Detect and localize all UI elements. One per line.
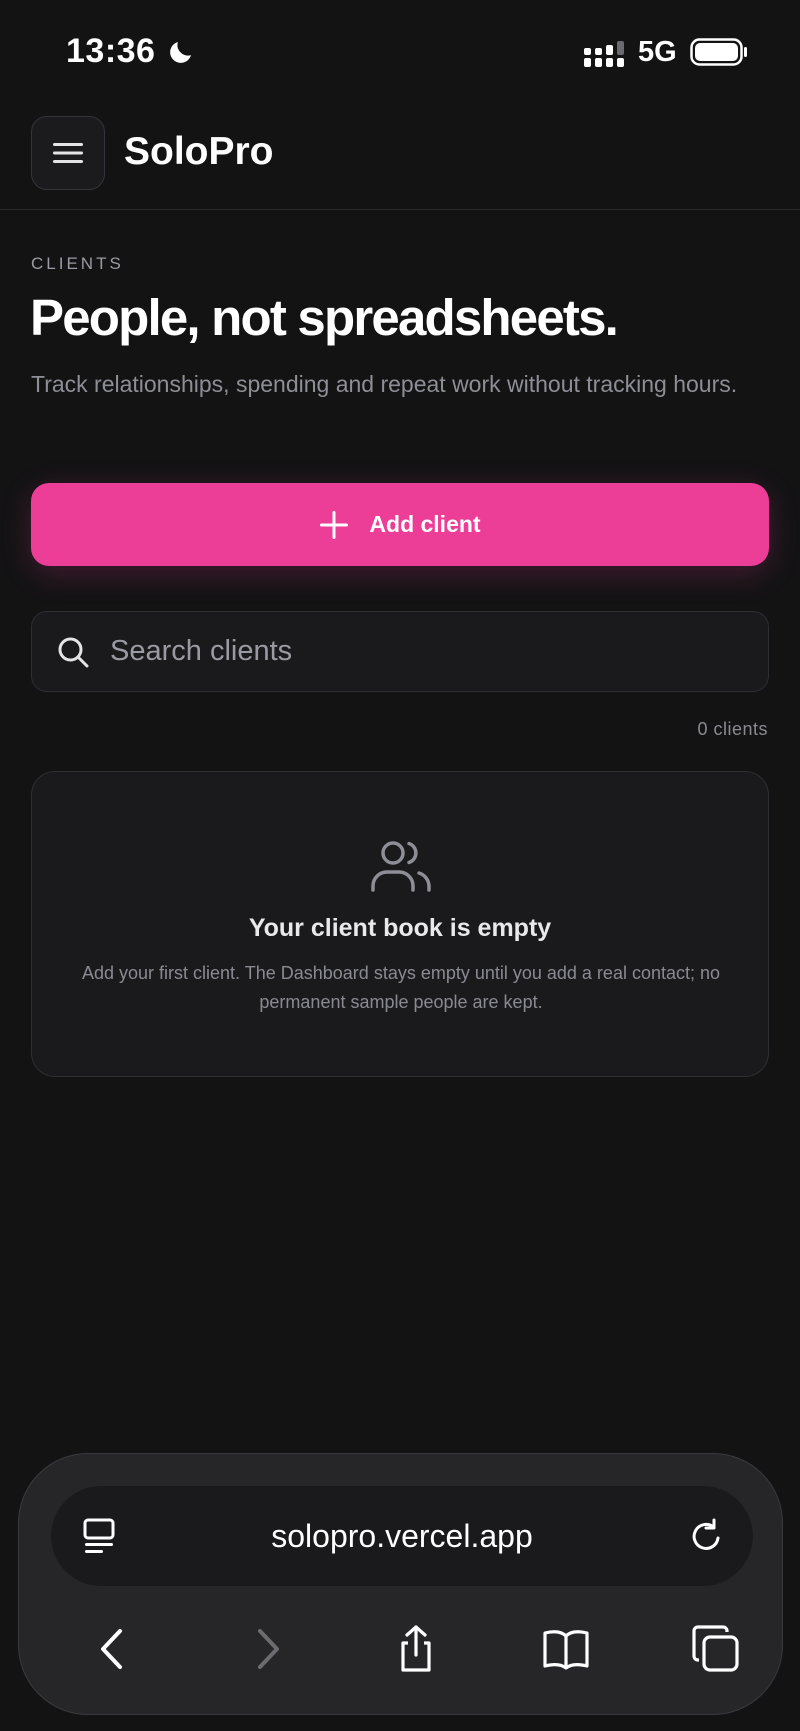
forward-icon [258,1629,279,1669]
tabs-button[interactable] [681,1614,751,1684]
browser-toolbar: solopro.vercel.app [18,1453,783,1715]
brand-name[interactable]: SoloPro [124,130,274,174]
page-title: People, not spreadsheets. [30,289,619,346]
back-icon [101,1629,122,1669]
page-subtitle: Track relationships, spending and repeat… [31,371,738,397]
network-label: 5G [638,36,677,68]
status-bar: 13:36 5G [0,0,800,100]
back-button[interactable] [79,1614,149,1684]
tabs-icon [692,1625,739,1672]
moon-icon [170,42,191,63]
address-bar[interactable]: solopro.vercel.app [51,1486,753,1586]
signal-icon [584,41,624,67]
status-time: 13:36 [66,32,156,70]
search-icon [58,637,89,667]
share-button[interactable] [381,1614,451,1684]
section-eyebrow: CLIENTS [31,254,124,273]
browser-nav-row [19,1614,782,1684]
battery-icon [690,38,747,66]
forward-button[interactable] [231,1614,301,1684]
bookmarks-icon [543,1630,589,1670]
menu-button[interactable] [31,116,105,190]
empty-state-title: Your client book is empty [248,914,552,942]
search-input[interactable] [110,635,730,668]
users-icon [371,841,431,892]
plus-icon [320,510,349,539]
app-header: SoloPro [0,110,800,210]
url-text[interactable]: solopro.vercel.app [51,1518,753,1555]
empty-state-description: Add your first client. The Dashboard sta… [82,963,721,1012]
empty-state-card: Your client book is empty Add your first… [31,771,769,1077]
client-count: 0 clients [697,719,768,739]
share-icon [401,1625,431,1672]
search-box[interactable] [31,611,769,692]
reload-icon[interactable] [687,1516,727,1556]
add-client-label: Add client [369,511,481,537]
bookmarks-button[interactable] [531,1614,601,1684]
add-client-button[interactable]: Add client [31,483,769,566]
hamburger-icon [53,143,83,163]
